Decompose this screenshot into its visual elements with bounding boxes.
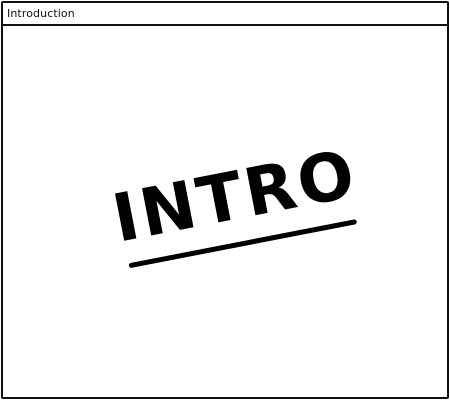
intro-headline: INTRO <box>106 134 364 258</box>
window-content: INTRO <box>3 26 447 397</box>
intro-stamp: INTRO <box>104 122 368 315</box>
introduction-window: Introduction INTRO <box>1 1 449 399</box>
window-title: Introduction <box>7 7 75 20</box>
window-titlebar: Introduction <box>3 3 447 26</box>
